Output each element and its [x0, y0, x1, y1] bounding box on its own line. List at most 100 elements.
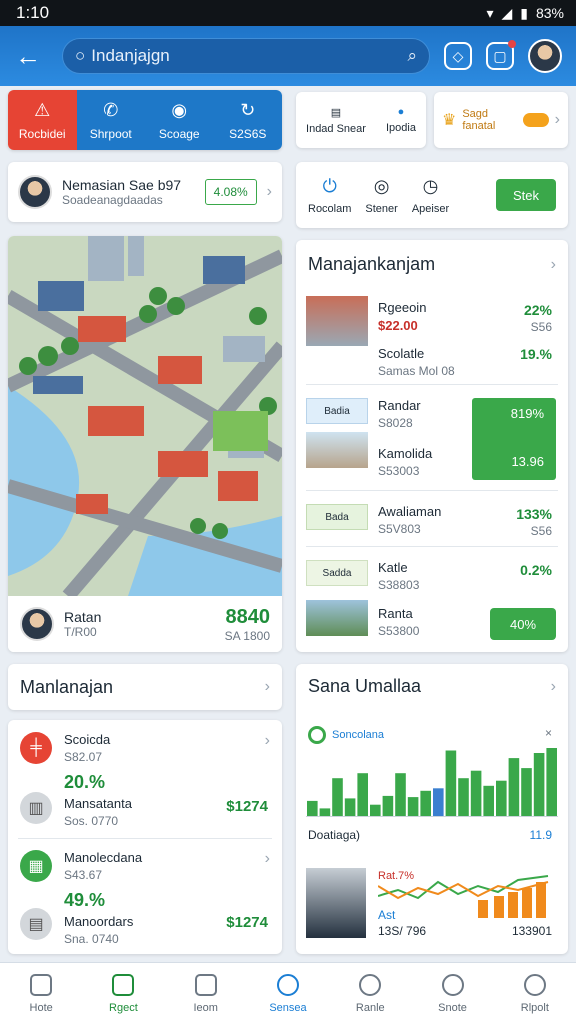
bar	[458, 778, 469, 816]
warning-icon: ⚠	[34, 99, 51, 120]
tools-card: ⏻ Rocolam ◎ Stener ◷ Apeiser Stek	[296, 162, 568, 228]
listings-card: Manajankanjam › Rgeeoin $22.00 22% S56 S…	[296, 240, 568, 652]
bar	[332, 778, 343, 816]
nav-item-notes[interactable]: Snote	[411, 963, 493, 1024]
nav-item-profile[interactable]: Rlpolt	[494, 963, 576, 1024]
bar	[382, 795, 394, 816]
profile-avatar	[18, 175, 52, 209]
analytics-card: Sana Umallaa › Soncolana × Doatiaga) 11.…	[296, 664, 568, 954]
promo-card[interactable]: ♛ Sagd fanatal ›	[434, 92, 568, 148]
inbox-icon	[194, 973, 217, 996]
battery-level: 83%	[535, 5, 564, 21]
chevron-right-icon: ›	[554, 111, 560, 128]
listing-thumb-0	[306, 296, 368, 346]
calendar-icon: ▤	[20, 908, 52, 940]
quick-actions: ⚠ Rocbidei ✆ Shrpoot ◉ Scoage ↻ S2S6S	[8, 90, 282, 150]
bar	[370, 804, 381, 816]
bar	[483, 785, 494, 816]
analytics-header[interactable]: Sana Umallaa ›	[296, 664, 568, 697]
avatar[interactable]	[528, 39, 562, 73]
projects-icon	[112, 973, 135, 996]
quick-action-0[interactable]: ⚠ Rocbidei	[8, 90, 77, 150]
nav-item-info[interactable]: Sensea	[247, 963, 329, 1024]
bar	[344, 798, 356, 816]
listing-thumb-5: Sadda	[306, 560, 368, 586]
status-bar: 1:10 ▾ ◢ ▮ 83%	[0, 0, 576, 26]
bottom-nav: Hote Rgect Ieom Sensea Ranle Snote Rlpol…	[0, 962, 576, 1024]
profile-card[interactable]: Nemasian Sae b97 Soadeanagdaadas 4.08% ›	[8, 162, 282, 222]
shortcut-item[interactable]: ● Ipodia	[386, 106, 416, 134]
shortcut-item[interactable]: ▤ Indad Snear	[306, 106, 366, 135]
search-icon: ○	[75, 46, 86, 65]
chevron-right-icon: ›	[264, 678, 270, 695]
search-submit-icon[interactable]: ⌕	[407, 46, 417, 66]
unread-dot	[508, 40, 516, 48]
app-bar: ← ○ Indanjajgn ⌕ ◇ ▢	[0, 26, 576, 86]
bar	[407, 797, 419, 816]
close-icon[interactable]: ×	[545, 726, 552, 740]
quick-action-1[interactable]: ✆ Shrpoot	[76, 90, 145, 150]
nav-item-clock[interactable]: Ranle	[329, 963, 411, 1024]
listing-thumb-2: Badia	[306, 398, 368, 424]
chevron-right-icon: ›	[266, 183, 272, 200]
messages-icon[interactable]: ▢	[486, 40, 516, 70]
bar	[307, 800, 318, 816]
nav-item-home[interactable]: Hote	[0, 963, 82, 1024]
bar	[496, 780, 507, 816]
nav-item-projects[interactable]: Rgect	[82, 963, 164, 1024]
promo-toggle[interactable]	[522, 113, 549, 127]
clock: 1:10	[16, 3, 50, 22]
building-icon: ▤	[330, 106, 342, 119]
bar-chart	[307, 748, 557, 816]
chart-icon: ╪	[20, 732, 52, 764]
tool-item[interactable]: ◷ Apeiser	[412, 176, 449, 215]
clock-icon	[359, 973, 382, 996]
grid-icon: ▦	[20, 850, 52, 882]
gauge-icon: ◎	[373, 175, 390, 196]
stats-card: ╪ Scoicda S82.07 › 20.% ▥ Mansatanta Sos…	[8, 720, 282, 954]
notes-icon	[441, 973, 464, 996]
camera-icon: ◉	[171, 99, 188, 120]
chevron-right-icon: ›	[550, 677, 556, 695]
quick-action-3[interactable]: ↻ S2S6S	[213, 90, 282, 150]
city-map[interactable]: Ratan T/R00 8840 SA 1800	[8, 236, 282, 652]
legend-icon	[308, 726, 326, 744]
back-icon[interactable]: ←	[10, 41, 46, 72]
analyst-photo	[306, 868, 366, 938]
bar	[470, 770, 482, 816]
info-icon	[276, 973, 299, 996]
bar	[546, 748, 557, 816]
listing-highlight[interactable]: 819% 13.96	[472, 398, 556, 480]
quick-action-2[interactable]: ◉ Scoage	[145, 90, 214, 150]
tool-item[interactable]: ◎ Stener	[365, 176, 397, 215]
search-input[interactable]: ○ Indanjajgn ⌕	[62, 38, 430, 74]
signal-icon: ◢	[501, 4, 513, 21]
tool-item[interactable]: ⏻ Rocolam	[308, 176, 351, 215]
home-icon	[30, 973, 53, 996]
timer-icon: ◷	[422, 175, 439, 196]
listing-thumb-3	[306, 432, 368, 468]
trash-icon: ▥	[20, 792, 52, 824]
notifications-icon[interactable]: ◇	[444, 42, 472, 70]
bar	[445, 750, 457, 816]
bar	[395, 773, 406, 816]
map-footer: Ratan T/R00 8840 SA 1800	[8, 596, 282, 652]
power-icon: ⏻	[322, 175, 337, 196]
profile-icon	[523, 973, 546, 996]
badge-icon: ●	[397, 106, 405, 118]
nav-item-inbox[interactable]: Ieom	[165, 963, 247, 1024]
chart-legend: Soncolana	[308, 726, 384, 744]
shortcut-card[interactable]: ▤ Indad Snear ● Ipodia	[296, 92, 426, 148]
bar	[319, 808, 331, 816]
chevron-right-icon[interactable]: ›	[265, 732, 270, 750]
bar	[508, 758, 520, 816]
bar	[433, 788, 444, 816]
chevron-right-icon[interactable]: ›	[265, 850, 270, 868]
bar	[357, 773, 368, 816]
bar	[420, 790, 431, 816]
section-header[interactable]: Manlanajan ›	[8, 664, 282, 710]
bar	[521, 768, 532, 816]
stek-button[interactable]: Stek	[496, 179, 556, 211]
listing-value-button[interactable]: 40%	[490, 608, 556, 640]
listings-header[interactable]: Manajankanjam ›	[296, 240, 568, 285]
